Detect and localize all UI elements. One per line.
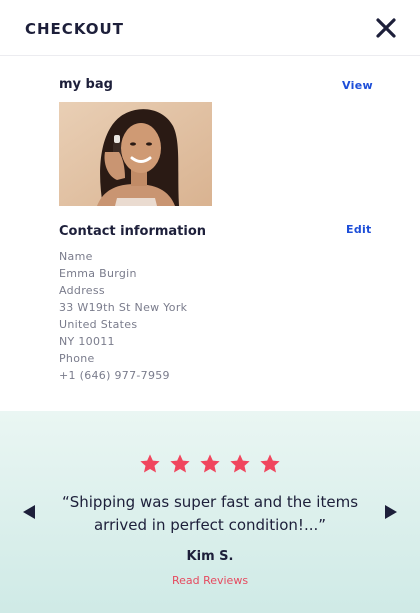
caret-left-icon (23, 505, 35, 519)
reviews-section: “Shipping was super fast and the items a… (0, 411, 420, 613)
reviewer-name: Kim S. (186, 549, 234, 564)
name-value: Emma Burgin (59, 267, 137, 280)
address-country: United States (59, 318, 138, 331)
star-icon (169, 453, 191, 475)
checkout-header: CHECKOUT (0, 0, 420, 56)
next-review-button[interactable] (384, 504, 398, 520)
name-label: Name (59, 250, 93, 263)
view-bag-link[interactable]: View (342, 79, 373, 92)
bag-title: my bag (59, 77, 113, 92)
read-reviews-link[interactable]: Read Reviews (0, 574, 420, 587)
product-photo-illustration (59, 102, 212, 206)
review-quote: “Shipping was super fast and the items a… (61, 493, 359, 534)
contact-info-title: Contact information (59, 224, 207, 239)
close-button[interactable] (374, 16, 398, 40)
star-icon (199, 453, 221, 475)
close-icon (376, 18, 396, 38)
caret-right-icon (385, 505, 397, 519)
address-label: Address (59, 284, 105, 297)
product-image (59, 102, 212, 206)
edit-contact-link[interactable]: Edit (346, 223, 372, 236)
address-street: 33 W19th St New York (59, 301, 188, 314)
star-rating (139, 453, 284, 477)
address-zip: NY 10011 (59, 335, 115, 348)
phone-label: Phone (59, 352, 95, 365)
star-icon (139, 453, 161, 475)
star-icon (259, 453, 281, 475)
star-icon (229, 453, 251, 475)
page-title: CHECKOUT (25, 20, 124, 38)
phone-value: +1 (646) 977-7959 (59, 369, 170, 382)
previous-review-button[interactable] (22, 504, 36, 520)
